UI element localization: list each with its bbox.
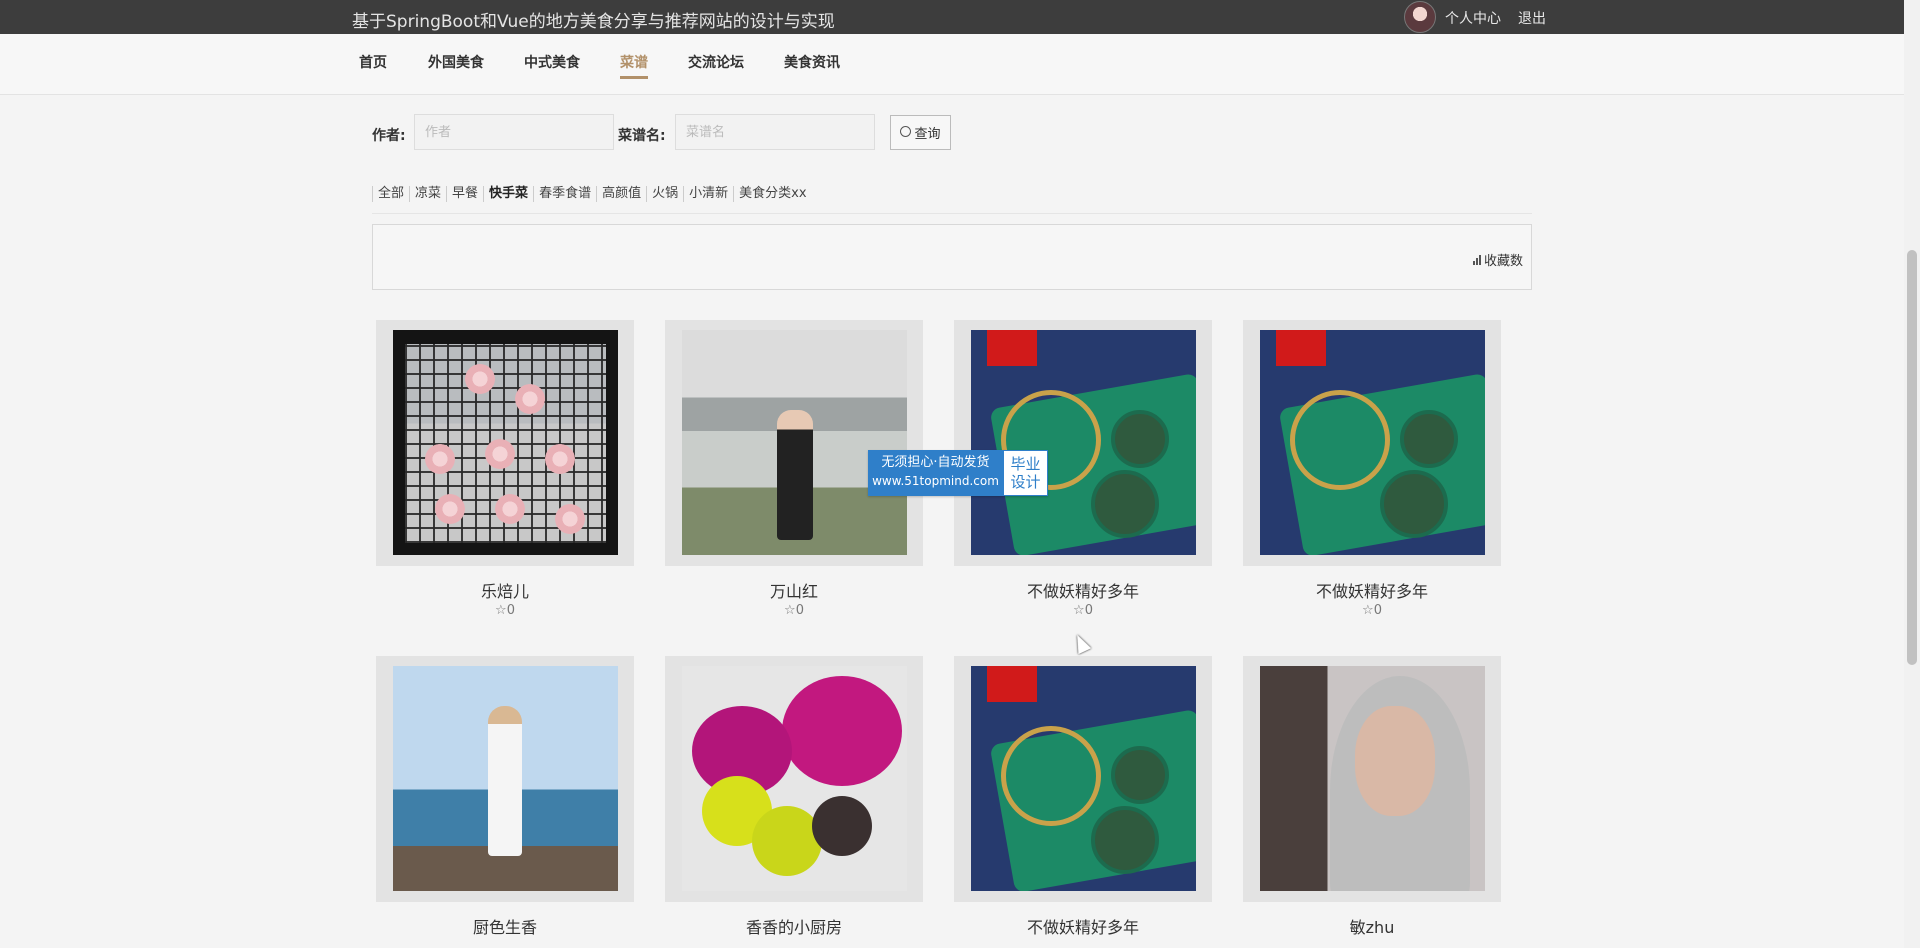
watermark-badge: 无须担心·自动发货 www.51topmind.com 毕业 设计 (868, 450, 1048, 496)
star-icon: ☆ (1362, 603, 1374, 618)
recipe-image[interactable] (1260, 330, 1485, 555)
profile-link[interactable]: 个人中心 (1445, 8, 1501, 28)
category-breakfast[interactable]: 早餐 (446, 186, 483, 202)
recipe-name[interactable]: 厨色生香 (376, 914, 634, 938)
card-frame (376, 656, 634, 902)
card-frame (1243, 656, 1501, 902)
likes-count: 0 (795, 603, 804, 618)
recipe-name[interactable]: 不做妖精好多年 (954, 578, 1212, 602)
nav-active-underline (620, 76, 648, 79)
recipe-likes: ☆0 (954, 603, 1212, 618)
nav-item-recipes[interactable]: 菜谱 (620, 52, 648, 72)
star-icon: ☆ (784, 603, 796, 618)
nav-item-chinese-food[interactable]: 中式美食 (524, 52, 580, 72)
recipe-likes: ☆0 (1243, 603, 1501, 618)
recipe-card[interactable]: 万山红 ☆0 (665, 320, 923, 618)
nav-item-home[interactable]: 首页 (359, 52, 387, 72)
recipe-image[interactable] (971, 666, 1196, 891)
card-frame (665, 320, 923, 566)
card-frame (665, 656, 923, 902)
author-input[interactable] (414, 114, 614, 150)
sort-by-favorites[interactable]: 收藏数 (1472, 250, 1523, 269)
recipe-likes: ☆0 (376, 603, 634, 618)
watermark-side1: 毕业 (1010, 455, 1041, 473)
scrollbar-thumb[interactable] (1907, 250, 1917, 665)
sort-label: 收藏数 (1483, 254, 1523, 269)
sort-bar: 收藏数 (372, 224, 1532, 290)
recipe-name[interactable]: 万山红 (665, 578, 923, 602)
author-label: 作者: (372, 128, 406, 144)
recipe-card[interactable]: 敏zhu (1243, 656, 1501, 937)
recipe-name[interactable]: 敏zhu (1243, 914, 1501, 938)
mouse-cursor-icon (1070, 631, 1092, 655)
site-title: 基于SpringBoot和Vue的地方美食分享与推荐网站的设计与实现 (352, 12, 835, 32)
watermark-url: www.51topmind.com (872, 474, 999, 488)
watermark-side: 毕业 设计 (1003, 450, 1048, 496)
category-spring[interactable]: 春季食谱 (533, 186, 596, 202)
recipe-card[interactable]: 厨色生香 (376, 656, 634, 937)
page-scrollbar[interactable] (1904, 0, 1920, 948)
recipe-card[interactable]: 不做妖精好多年 ☆0 (954, 320, 1212, 618)
star-icon: ☆ (1073, 603, 1085, 618)
search-button-label: 查询 (914, 127, 941, 142)
recipe-card[interactable]: 不做妖精好多年 (954, 656, 1212, 937)
recipe-name[interactable]: 香香的小厨房 (665, 914, 923, 938)
logout-link[interactable]: 退出 (1518, 8, 1546, 28)
nav-item-forum[interactable]: 交流论坛 (688, 52, 744, 72)
search-icon (900, 126, 912, 137)
nav-item-foreign-food[interactable]: 外国美食 (428, 52, 484, 72)
recipe-image[interactable] (682, 330, 907, 555)
recipe-card[interactable]: 香香的小厨房 (665, 656, 923, 937)
recipe-name-input[interactable] (675, 114, 875, 150)
likes-count: 0 (506, 603, 515, 618)
star-icon: ☆ (495, 603, 507, 618)
avatar[interactable] (1404, 1, 1436, 33)
card-frame (954, 320, 1212, 566)
watermark-line1: 无须担心·自动发货 (881, 455, 990, 470)
search-button[interactable]: 查询 (890, 115, 951, 150)
recipe-likes: ☆0 (665, 603, 923, 618)
card-frame (1243, 320, 1501, 566)
category-filter: 全部 凉菜 早餐 快手菜 春季食谱 高颜值 火锅 小清新 美食分类xx (372, 183, 812, 205)
card-frame (954, 656, 1212, 902)
recipe-image[interactable] (1260, 666, 1485, 891)
recipe-name[interactable]: 不做妖精好多年 (1243, 578, 1501, 602)
nav-item-food-news[interactable]: 美食资讯 (784, 52, 840, 72)
category-hotpot[interactable]: 火锅 (646, 186, 683, 202)
bar-chart-icon (1472, 254, 1481, 265)
category-cold-dishes[interactable]: 凉菜 (409, 186, 446, 202)
recipe-image[interactable] (393, 666, 618, 891)
recipe-image[interactable] (971, 330, 1196, 555)
category-fresh[interactable]: 小清新 (683, 186, 733, 202)
recipe-image[interactable] (393, 330, 618, 555)
recipe-name[interactable]: 乐焙儿 (376, 578, 634, 602)
category-quick-dishes[interactable]: 快手菜 (483, 186, 533, 202)
watermark-side2: 设计 (1010, 473, 1041, 491)
category-good-looking[interactable]: 高颜值 (596, 186, 646, 202)
main-nav: 首页 外国美食 中式美食 菜谱 交流论坛 美食资讯 (0, 34, 1904, 95)
recipe-name-label: 菜谱名: (618, 128, 666, 144)
recipe-image[interactable] (682, 666, 907, 891)
likes-count: 0 (1373, 603, 1382, 618)
divider (372, 213, 1532, 214)
top-bar: 基于SpringBoot和Vue的地方美食分享与推荐网站的设计与实现 个人中心 … (0, 0, 1920, 34)
card-frame (376, 320, 634, 566)
recipe-name[interactable]: 不做妖精好多年 (954, 914, 1212, 938)
category-xx[interactable]: 美食分类xx (733, 186, 811, 202)
likes-count: 0 (1084, 603, 1093, 618)
recipe-card[interactable]: 乐焙儿 ☆0 (376, 320, 634, 618)
recipe-card[interactable]: 不做妖精好多年 ☆0 (1243, 320, 1501, 618)
category-all[interactable]: 全部 (372, 186, 409, 202)
watermark-text: 无须担心·自动发货 www.51topmind.com (868, 450, 1003, 496)
